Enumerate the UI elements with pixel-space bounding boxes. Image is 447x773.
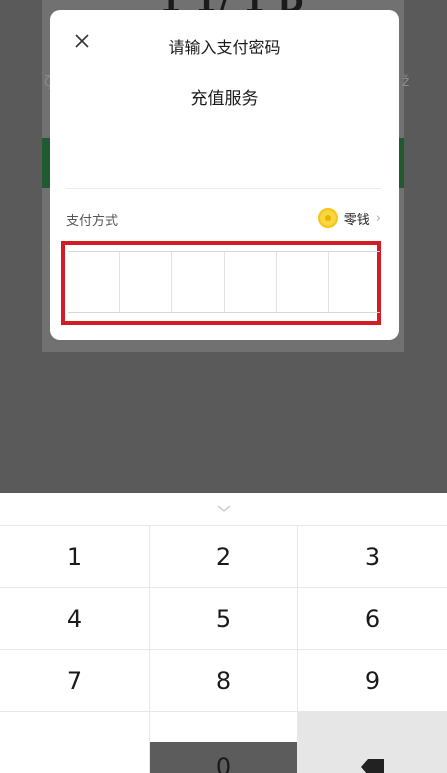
key-label: 5 [216,605,231,633]
chevron-right-icon: › [376,211,381,226]
key-label: 9 [365,667,380,695]
password-digit-box[interactable] [120,252,172,312]
key-label: 2 [216,543,231,571]
key-5[interactable]: 5 [150,587,298,649]
key-7[interactable]: 7 [0,649,150,711]
key-0[interactable]: 0 [150,711,298,773]
delete-key[interactable] [298,711,447,773]
keypad-collapse-button[interactable] [0,493,447,525]
payment-method-value: 零钱 [344,209,370,228]
key-label: 1 [67,543,82,571]
payment-method-selector[interactable]: 零钱 › [318,207,381,229]
key-label: 3 [365,543,380,571]
password-digit-box[interactable] [68,252,120,312]
key-9[interactable]: 9 [298,649,447,711]
service-name: 充值服务 [50,84,399,109]
password-digit-box[interactable] [172,252,224,312]
key-label: 0 [216,753,231,773]
key-blank [0,711,150,773]
password-digit-box[interactable] [225,252,277,312]
numeric-keypad: 1 2 3 4 5 6 7 8 9 0 [0,493,447,742]
payment-password-dialog: 请输入支付密码 充值服务 支付方式 零钱 › [50,10,399,340]
password-input[interactable] [68,251,380,313]
key-2[interactable]: 2 [150,525,298,587]
coin-icon [318,208,338,228]
key-4[interactable]: 4 [0,587,150,649]
payment-method-row[interactable]: 支付方式 零钱 › [66,206,381,230]
key-3[interactable]: 3 [298,525,447,587]
key-label: 6 [365,605,380,633]
key-1[interactable]: 1 [0,525,150,587]
backspace-icon [360,757,386,773]
password-digit-box[interactable] [277,252,329,312]
key-label: 8 [216,667,231,695]
dialog-title: 请输入支付密码 [50,34,399,58]
chevron-down-icon [217,505,231,513]
password-digit-box[interactable] [329,252,380,312]
payment-method-label: 支付方式 [66,210,118,229]
key-label: 7 [67,667,82,695]
divider [66,188,381,189]
key-8[interactable]: 8 [150,649,298,711]
key-6[interactable]: 6 [298,587,447,649]
key-label: 4 [67,605,82,633]
background-edge-text-right: ž [402,74,409,90]
key-grid: 1 2 3 4 5 6 7 8 9 0 [0,525,447,773]
